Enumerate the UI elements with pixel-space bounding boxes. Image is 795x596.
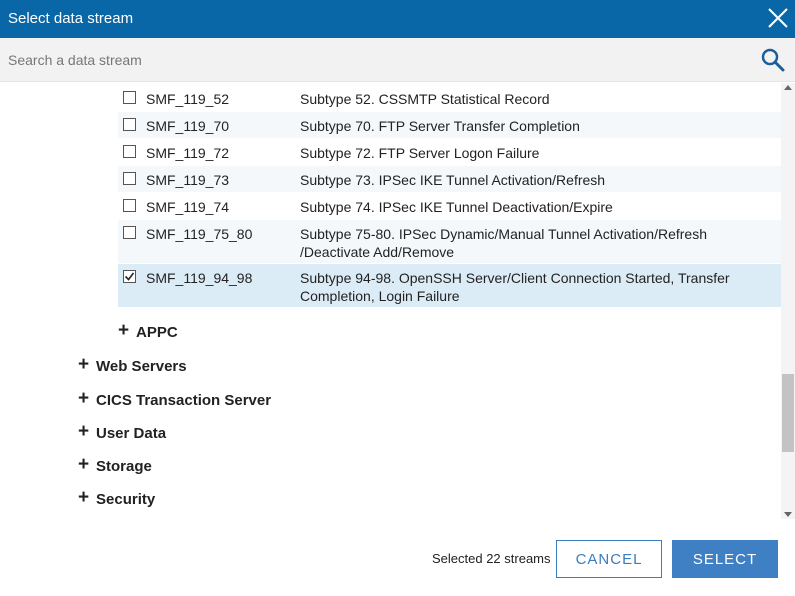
stream-description: Subtype 94-98. OpenSSH Server/Client Con… [300, 270, 730, 304]
stream-row[interactable]: SMF_119_72 Subtype 72. FTP Server Logon … [118, 139, 781, 165]
search-bar [0, 38, 795, 82]
tree-group-label: Security [96, 491, 156, 508]
stream-code: SMF_119_72 [146, 145, 230, 161]
stream-row[interactable]: SMF_119_73 Subtype 73. IPSec IKE Tunnel … [118, 166, 781, 192]
scrollbar-thumb[interactable] [782, 374, 794, 452]
stream-checkbox[interactable] [123, 199, 136, 212]
search-input[interactable] [0, 38, 750, 82]
stream-description: Subtype 75-80. IPSec Dynamic/Manual Tunn… [300, 226, 707, 260]
dialog-title: Select data stream [8, 10, 134, 27]
tree-group-label: User Data [96, 425, 167, 442]
tree-group-label: CICS Transaction Server [96, 392, 272, 409]
tree-group-label: Web Servers [96, 358, 187, 375]
expand-plus-icon[interactable]: + [78, 421, 89, 443]
expand-plus-icon[interactable]: + [78, 354, 89, 376]
stream-checkbox-checked[interactable] [123, 270, 136, 283]
checkmark-icon [124, 272, 135, 281]
search-icon[interactable] [760, 47, 786, 73]
expand-plus-icon[interactable]: + [78, 388, 89, 410]
close-icon[interactable] [767, 7, 789, 29]
stream-checkbox[interactable] [123, 91, 136, 104]
stream-checkbox[interactable] [123, 145, 136, 158]
stream-checkbox[interactable] [123, 172, 136, 185]
stream-description: Subtype 72. FTP Server Logon Failure [300, 145, 540, 161]
select-button[interactable]: SELECT [672, 540, 778, 578]
stream-code: SMF_119_52 [146, 91, 230, 107]
stream-checkbox[interactable] [123, 118, 136, 131]
stream-tree: SMF_119_52 Subtype 52. CSSMTP Statistica… [0, 83, 795, 519]
stream-row[interactable]: SMF_119_70 Subtype 70. FTP Server Transf… [118, 112, 781, 138]
stream-row[interactable]: SMF_119_52 Subtype 52. CSSMTP Statistica… [118, 83, 781, 110]
stream-row[interactable]: SMF_119_75_80 Subtype 75-80. IPSec Dynam… [118, 220, 781, 263]
stream-code: SMF_119_70 [146, 118, 230, 134]
scroll-down-icon[interactable] [784, 512, 792, 517]
expand-plus-icon[interactable]: + [78, 487, 89, 509]
dialog-footer: Selected 22 streams CANCEL SELECT [0, 520, 795, 596]
stream-description: Subtype 73. IPSec IKE Tunnel Activation/… [300, 172, 606, 188]
stream-code: SMF_119_94_98 [146, 270, 253, 286]
expand-plus-icon[interactable]: + [78, 454, 89, 476]
stream-description: Subtype 74. IPSec IKE Tunnel Deactivatio… [300, 199, 613, 215]
stream-row-selected[interactable]: SMF_119_94_98 Subtype 94-98. OpenSSH Ser… [118, 264, 781, 307]
stream-description: Subtype 52. CSSMTP Statistical Record [300, 91, 550, 107]
stream-row[interactable]: SMF_119_74 Subtype 74. IPSec IKE Tunnel … [118, 193, 781, 219]
selection-status: Selected 22 streams [432, 551, 551, 566]
stream-code: SMF_119_73 [146, 172, 230, 188]
stream-description: Subtype 70. FTP Server Transfer Completi… [300, 118, 580, 134]
tree-group-label: Storage [96, 458, 152, 475]
stream-code: SMF_119_74 [146, 199, 230, 215]
expand-plus-icon[interactable]: + [118, 320, 129, 342]
stream-checkbox[interactable] [123, 226, 136, 239]
dialog-titlebar: Select data stream [0, 0, 795, 38]
scroll-up-icon[interactable] [784, 85, 792, 90]
vertical-scrollbar[interactable] [781, 83, 795, 519]
tree-group-label: APPC [136, 324, 178, 341]
cancel-button[interactable]: CANCEL [556, 540, 662, 578]
stream-code: SMF_119_75_80 [146, 226, 253, 242]
